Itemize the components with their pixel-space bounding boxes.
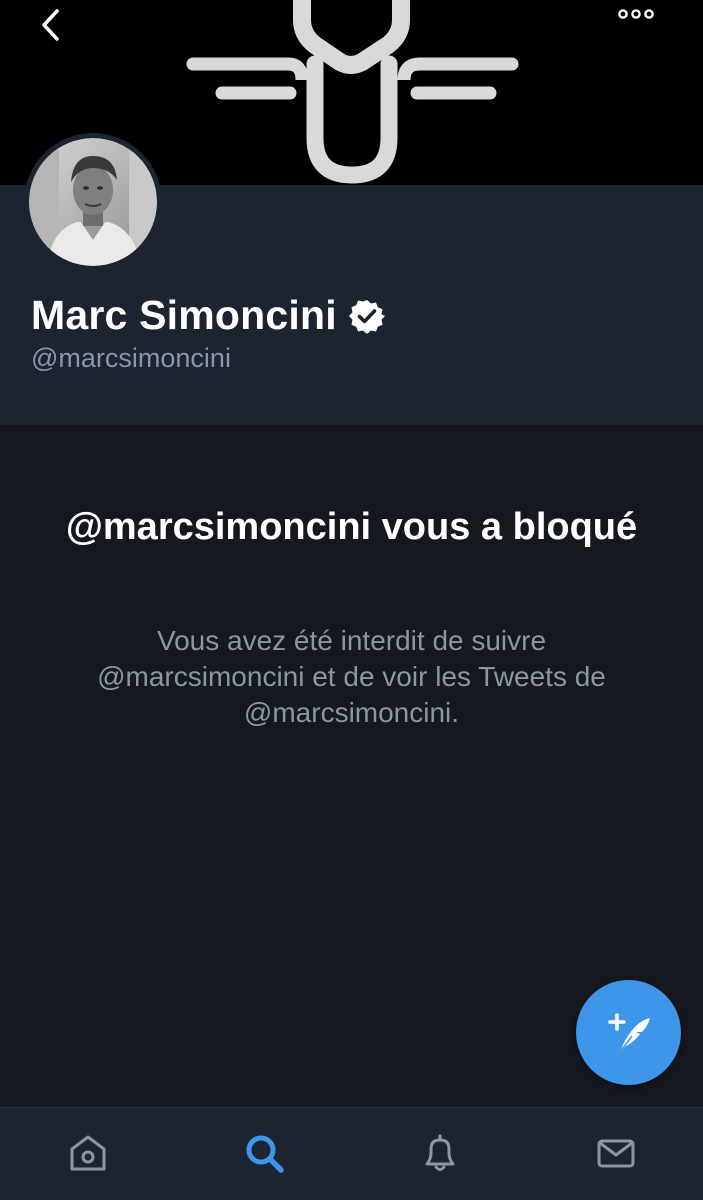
verified-badge-icon <box>348 299 385 334</box>
back-button[interactable] <box>38 8 82 52</box>
display-name: Marc Simoncini <box>31 292 337 338</box>
home-icon <box>70 1135 106 1171</box>
display-name-row: Marc Simoncini <box>31 292 385 339</box>
avatar-photo <box>29 138 157 266</box>
blocked-description: Vous avez été interdit de suivre @marcsi… <box>97 625 606 728</box>
tab-home[interactable] <box>63 1128 113 1178</box>
search-icon <box>246 1135 284 1173</box>
more-dots-icon <box>618 9 654 19</box>
more-options-button[interactable] <box>618 8 668 52</box>
compose-tweet-button[interactable] <box>576 980 681 1085</box>
envelope-icon <box>597 1139 635 1168</box>
bottom-tab-bar <box>0 1107 703 1200</box>
profile-screen: Marc Simoncini @marcsimoncini @marcsimon… <box>0 0 703 1200</box>
chevron-left-icon <box>42 9 59 41</box>
tab-messages[interactable] <box>591 1128 641 1178</box>
compose-tweet-icon <box>607 1012 650 1052</box>
bell-icon <box>425 1134 455 1171</box>
tab-notifications[interactable] <box>415 1128 465 1178</box>
blocked-title: @marcsimoncini vous a bloqué <box>65 506 638 548</box>
tab-search[interactable] <box>239 1128 289 1178</box>
avatar[interactable] <box>24 133 162 271</box>
profile-handle: @marcsimoncini <box>31 343 231 373</box>
